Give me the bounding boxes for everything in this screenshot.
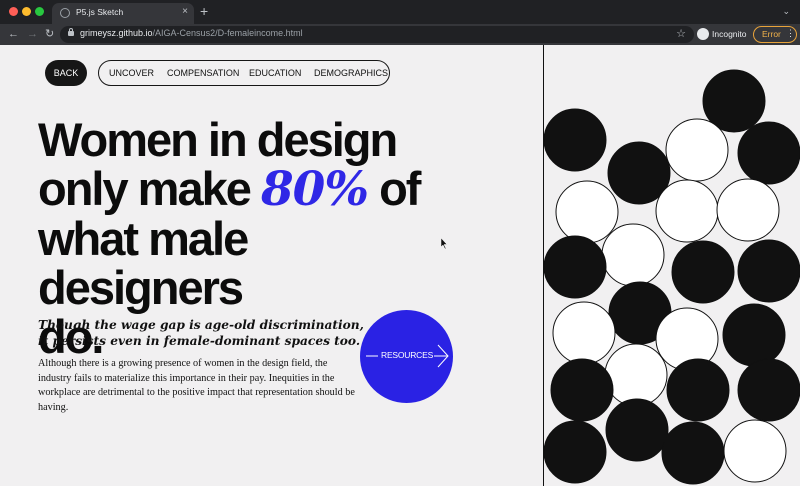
filled-circle xyxy=(737,239,800,303)
filled-circle xyxy=(544,420,607,484)
incognito-icon[interactable] xyxy=(697,28,709,40)
profile-label[interactable]: Incognito xyxy=(712,29,747,39)
filled-circle xyxy=(671,240,735,304)
filled-circle xyxy=(550,358,614,422)
tab-strip: P5.js Sketch × + ⌄ xyxy=(0,0,800,24)
menu-dots-icon[interactable]: ⋮ xyxy=(786,28,795,39)
bookmark-star-icon[interactable]: ☆ xyxy=(676,27,686,40)
url-path: /AIGA-Census2/D-femaleincome.html xyxy=(152,28,303,38)
headline-accent-percent: 80% xyxy=(260,162,369,217)
new-tab-button[interactable]: + xyxy=(200,4,208,18)
nav-item-uncover[interactable]: UNCOVER xyxy=(109,68,154,78)
url-text: grimeysz.github.io/AIGA-Census2/D-female… xyxy=(80,28,303,38)
error-button[interactable]: Error ⋮ xyxy=(753,26,797,43)
window-minimize-button[interactable] xyxy=(22,7,31,16)
tab-title: P5.js Sketch xyxy=(76,7,124,17)
filled-circle xyxy=(666,358,730,422)
outline-circle xyxy=(723,419,787,483)
window-maximize-button[interactable] xyxy=(35,7,44,16)
headline-line-3: what male designers xyxy=(38,212,249,314)
outline-circle xyxy=(552,301,616,365)
main-nav: UNCOVER COMPENSATION EDUCATION DEMOGRAPH… xyxy=(98,60,390,86)
outline-circle xyxy=(604,343,668,407)
filled-circle xyxy=(737,358,800,422)
resources-button[interactable]: RESOURCES xyxy=(360,310,453,403)
address-bar[interactable]: grimeysz.github.io/AIGA-Census2/D-female… xyxy=(60,26,694,43)
lock-icon xyxy=(68,28,74,36)
headline-line-2-start: only make xyxy=(38,162,252,215)
headline-line-1: Women in design xyxy=(38,113,398,166)
url-host: grimeysz.github.io xyxy=(80,28,153,38)
browser-tab[interactable]: P5.js Sketch × xyxy=(52,3,194,24)
resources-label: RESOURCES xyxy=(381,350,434,360)
filled-circle xyxy=(544,108,607,172)
filled-circle xyxy=(544,235,607,299)
nav-item-education[interactable]: EDUCATION xyxy=(249,68,301,78)
reload-icon[interactable]: ↻ xyxy=(45,27,54,41)
back-button[interactable]: BACK xyxy=(45,60,87,86)
back-arrow-icon[interactable]: ← xyxy=(8,27,19,41)
error-label: Error xyxy=(762,29,781,39)
window-close-button[interactable] xyxy=(9,7,18,16)
globe-icon xyxy=(60,8,70,18)
outline-circle xyxy=(665,118,729,182)
nav-item-demographics[interactable]: DEMOGRAPHICS xyxy=(314,68,388,78)
browser-toolbar: ← → ↻ grimeysz.github.io/AIGA-Census2/D-… xyxy=(0,24,800,45)
filled-circle xyxy=(737,121,800,185)
circle-grid-visual xyxy=(544,69,800,485)
mouse-cursor-icon xyxy=(441,238,448,250)
page: BACK UNCOVER COMPENSATION EDUCATION DEMO… xyxy=(0,45,800,486)
outline-circle xyxy=(655,179,719,243)
headline-line-2-end: of xyxy=(379,162,421,215)
tab-close-icon[interactable]: × xyxy=(182,6,188,18)
body-paragraph: Although there is a growing presence of … xyxy=(38,358,355,413)
nav-item-compensation[interactable]: COMPENSATION xyxy=(167,68,239,78)
outline-circle xyxy=(555,180,619,244)
tab-search-icon[interactable]: ⌄ xyxy=(782,6,790,17)
subheading: Though the wage gap is age-old discrimin… xyxy=(38,318,364,348)
outline-circle xyxy=(716,178,780,242)
outline-circle xyxy=(601,223,665,287)
forward-arrow-icon[interactable]: → xyxy=(27,27,38,41)
filled-circle xyxy=(661,421,725,485)
filled-circle xyxy=(605,398,669,462)
filled-circle xyxy=(722,303,786,367)
